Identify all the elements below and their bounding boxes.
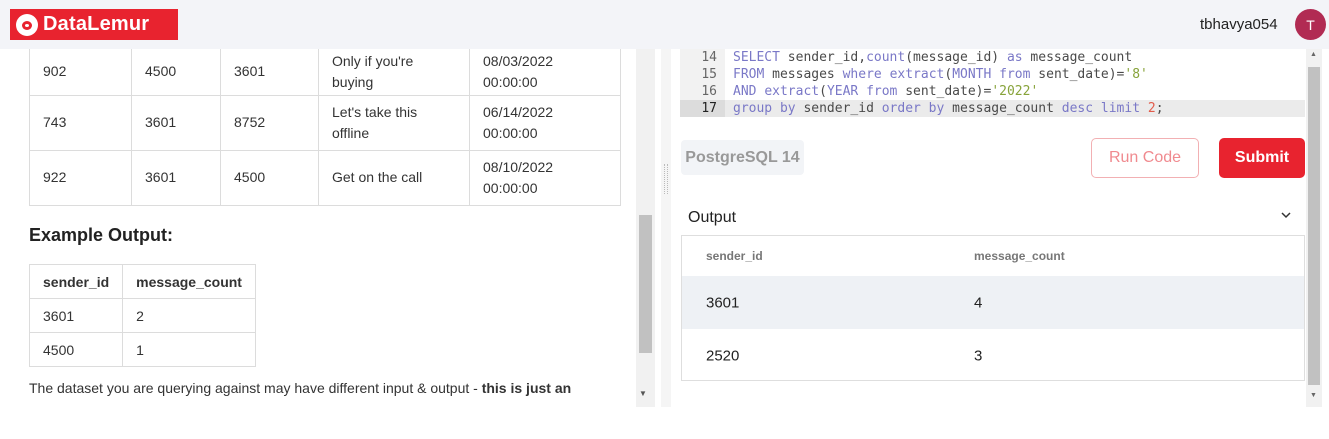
left-scrollbar[interactable]: ▼	[636, 49, 655, 407]
sql-editor[interactable]: 14 SELECT sender_id,count(message_id) as…	[680, 49, 1305, 119]
top-bar: DataLemur tbhavya054 T	[0, 0, 1329, 49]
submit-button[interactable]: Submit	[1219, 138, 1305, 178]
example-output-table: sender_id message_count 3601 2 4500 1	[28, 264, 256, 367]
output-results-table: sender_id message_count 3601 4 2520 3	[681, 235, 1305, 381]
table-row: 3601 2	[28, 298, 256, 333]
table-row: 4500 1	[28, 332, 256, 367]
output-label[interactable]: Output	[688, 209, 736, 227]
code-line-active: 17 group by sender_id order by message_c…	[680, 100, 1305, 117]
right-scrollbar[interactable]: ▲ ▼	[1306, 49, 1322, 407]
dataset-note: The dataset you are querying against may…	[29, 380, 571, 396]
table-cell: Only if you're buying	[318, 49, 470, 96]
column-header: sender_id	[28, 264, 124, 299]
table-cell: 3601	[131, 94, 221, 151]
table-header-row: sender_id message_count	[28, 264, 256, 299]
datalemur-logo[interactable]: DataLemur	[10, 9, 178, 40]
input-table: 902 4500 3601 Only if you're buying 08/0…	[29, 49, 621, 206]
code-text: FROM messages where extract(MONTH from s…	[733, 67, 1148, 82]
table-cell: 4500	[220, 149, 319, 206]
table-cell: 06/14/2022 00:00:00	[469, 94, 621, 151]
table-cell: Get on the call	[318, 149, 470, 206]
line-number: 16	[680, 83, 725, 100]
table-cell: 922	[29, 149, 132, 206]
column-header: message_count	[974, 249, 1065, 263]
table-cell: 08/10/2022 00:00:00	[469, 149, 621, 206]
table-cell: 8752	[220, 94, 319, 151]
table-cell: 3601	[706, 294, 740, 311]
avatar[interactable]: T	[1295, 9, 1326, 40]
scroll-down-arrow-icon[interactable]: ▼	[1310, 392, 1317, 399]
table-row: 3601 4	[682, 276, 1304, 329]
scrollbar-thumb[interactable]	[639, 215, 652, 353]
drag-grip-icon	[664, 164, 668, 194]
code-text: SELECT sender_id,count(message_id) as me…	[733, 50, 1133, 65]
table-cell: 1	[122, 332, 256, 367]
lemur-icon	[16, 13, 38, 36]
table-row: 743 3601 8752 Let's take this offline 06…	[29, 94, 621, 151]
column-header: message_count	[122, 264, 256, 299]
sql-dialect-badge: PostgreSQL 14	[681, 140, 804, 175]
example-output-heading: Example Output:	[29, 225, 174, 245]
chevron-down-icon[interactable]	[1281, 210, 1291, 220]
code-text: group by sender_id order by message_coun…	[733, 101, 1164, 116]
table-cell: 4500	[28, 332, 124, 367]
table-row: 922 3601 4500 Get on the call 08/10/2022…	[29, 149, 621, 206]
table-cell: 08/03/2022 00:00:00	[469, 49, 621, 96]
results-header-row: sender_id message_count	[682, 236, 1304, 276]
table-cell: 2520	[706, 347, 740, 364]
table-cell: 4	[974, 294, 983, 311]
problem-pane: 902 4500 3601 Only if you're buying 08/0…	[0, 49, 655, 407]
code-line: 15 FROM messages where extract(MONTH fro…	[680, 66, 1305, 83]
table-cell: 743	[29, 94, 132, 151]
dataset-note-text: The dataset you are querying against may…	[29, 380, 482, 396]
line-number: 14	[680, 49, 725, 66]
logo-text: DataLemur	[43, 13, 150, 35]
column-header: sender_id	[706, 249, 763, 263]
table-cell: 3	[974, 347, 983, 364]
table-row: 902 4500 3601 Only if you're buying 08/0…	[29, 49, 621, 96]
table-cell: 2	[122, 298, 256, 333]
table-cell: 3601	[220, 49, 319, 96]
code-text: AND extract(YEAR from sent_date)='2022'	[733, 84, 1039, 99]
table-cell: 902	[29, 49, 132, 96]
table-cell: Let's take this offline	[318, 94, 470, 151]
line-number: 15	[680, 66, 725, 83]
pane-resize-handle[interactable]	[661, 49, 671, 407]
run-code-button[interactable]: Run Code	[1091, 138, 1199, 178]
username[interactable]: tbhavya054	[1200, 16, 1278, 33]
line-number: 17	[680, 100, 725, 117]
table-row: 2520 3	[682, 329, 1304, 382]
table-cell: 3601	[28, 298, 124, 333]
scroll-down-arrow-icon[interactable]: ▼	[639, 389, 647, 398]
code-line: 14 SELECT sender_id,count(message_id) as…	[680, 49, 1305, 66]
code-line: 16 AND extract(YEAR from sent_date)='202…	[680, 83, 1305, 100]
table-cell: 4500	[131, 49, 221, 96]
scrollbar-thumb[interactable]	[1308, 67, 1320, 385]
table-cell: 3601	[131, 149, 221, 206]
dataset-note-bold: this is just an	[481, 380, 572, 396]
scroll-up-arrow-icon[interactable]: ▲	[1310, 51, 1317, 58]
